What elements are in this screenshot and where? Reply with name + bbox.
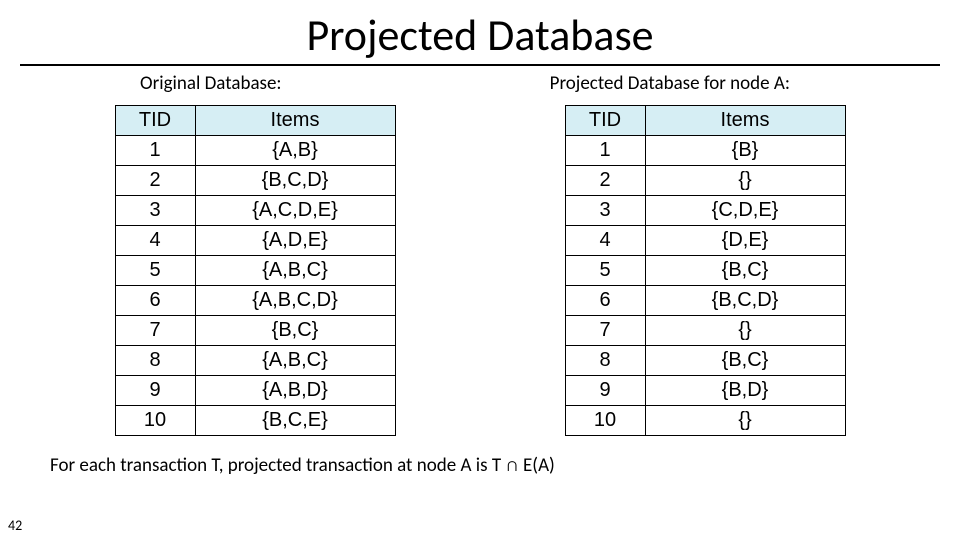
table-row: 9{A,B,D} xyxy=(115,376,395,406)
projected-items-cell: {} xyxy=(645,166,845,196)
table-row: 3{A,C,D,E} xyxy=(115,196,395,226)
projected-tid-cell: 5 xyxy=(565,256,645,286)
page-number: 42 xyxy=(8,517,22,534)
projected-tid-cell: 8 xyxy=(565,346,645,376)
table-row: 7{} xyxy=(565,316,845,346)
projected-items-cell: {B,C,D} xyxy=(645,286,845,316)
table-row: 6{B,C,D} xyxy=(565,286,845,316)
original-tid-cell: 1 xyxy=(115,136,195,166)
projected-tid-cell: 1 xyxy=(565,136,645,166)
intersect-symbol-icon: ∩ xyxy=(505,454,518,477)
original-items-cell: {A,D,E} xyxy=(195,226,395,256)
projected-db-label: Projected Database for node A: xyxy=(550,72,790,95)
original-items-cell: {A,B,C,D} xyxy=(195,286,395,316)
footer-post: E(A) xyxy=(519,454,555,477)
table-row: 3{C,D,E} xyxy=(565,196,845,226)
projected-tid-cell: 9 xyxy=(565,376,645,406)
slide-title: Projected Database xyxy=(0,0,960,64)
original-header-items: Items xyxy=(195,106,395,136)
projected-tid-cell: 3 xyxy=(565,196,645,226)
table-row: 10{} xyxy=(565,406,845,436)
table-row: 5{A,B,C} xyxy=(115,256,395,286)
original-items-cell: {B,C,E} xyxy=(195,406,395,436)
projected-header-tid: TID xyxy=(565,106,645,136)
table-row: 8{B,C} xyxy=(565,346,845,376)
original-items-cell: {B,C,D} xyxy=(195,166,395,196)
projected-items-cell: {B,C} xyxy=(645,346,845,376)
projected-items-cell: {B,D} xyxy=(645,376,845,406)
table-row: 9{B,D} xyxy=(565,376,845,406)
table-row: 4{D,E} xyxy=(565,226,845,256)
original-tid-cell: 2 xyxy=(115,166,195,196)
table-row: 1{B} xyxy=(565,136,845,166)
original-items-cell: {B,C} xyxy=(195,316,395,346)
footer-description: For each transaction T, projected transa… xyxy=(0,436,960,477)
footer-pre: For each transaction T, projected transa… xyxy=(50,454,505,477)
projected-items-cell: {D,E} xyxy=(645,226,845,256)
table-row: 4{A,D,E} xyxy=(115,226,395,256)
title-underline xyxy=(20,64,940,66)
original-items-cell: {A,C,D,E} xyxy=(195,196,395,226)
projected-db-table: TID Items 1{B}2{}3{C,D,E}4{D,E}5{B,C}6{B… xyxy=(565,105,846,436)
table-row: 2{} xyxy=(565,166,845,196)
projected-items-cell: {B} xyxy=(645,136,845,166)
table-row: 7{B,C} xyxy=(115,316,395,346)
original-db-table: TID Items 1{A,B}2{B,C,D}3{A,C,D,E}4{A,D,… xyxy=(115,105,396,436)
projected-tid-cell: 4 xyxy=(565,226,645,256)
original-tid-cell: 4 xyxy=(115,226,195,256)
table-row: 10{B,C,E} xyxy=(115,406,395,436)
original-db-label: Original Database: xyxy=(140,72,282,95)
table-row: 8{A,B,C} xyxy=(115,346,395,376)
table-row: 1{A,B} xyxy=(115,136,395,166)
projected-tid-cell: 7 xyxy=(565,316,645,346)
original-tid-cell: 8 xyxy=(115,346,195,376)
original-items-cell: {A,B,C} xyxy=(195,256,395,286)
table-row: 5{B,C} xyxy=(565,256,845,286)
original-tid-cell: 5 xyxy=(115,256,195,286)
original-tid-cell: 6 xyxy=(115,286,195,316)
original-tid-cell: 3 xyxy=(115,196,195,226)
original-items-cell: {A,B,C} xyxy=(195,346,395,376)
projected-items-cell: {} xyxy=(645,406,845,436)
original-items-cell: {A,B,D} xyxy=(195,376,395,406)
projected-items-cell: {B,C} xyxy=(645,256,845,286)
projected-items-cell: {C,D,E} xyxy=(645,196,845,226)
original-items-cell: {A,B} xyxy=(195,136,395,166)
projected-tid-cell: 6 xyxy=(565,286,645,316)
table-row: 6{A,B,C,D} xyxy=(115,286,395,316)
original-header-tid: TID xyxy=(115,106,195,136)
tables-container: TID Items 1{A,B}2{B,C,D}3{A,C,D,E}4{A,D,… xyxy=(0,95,960,436)
table-row: 2{B,C,D} xyxy=(115,166,395,196)
projected-header-items: Items xyxy=(645,106,845,136)
original-tid-cell: 10 xyxy=(115,406,195,436)
original-tid-cell: 9 xyxy=(115,376,195,406)
original-tid-cell: 7 xyxy=(115,316,195,346)
projected-tid-cell: 2 xyxy=(565,166,645,196)
projected-items-cell: {} xyxy=(645,316,845,346)
projected-tid-cell: 10 xyxy=(565,406,645,436)
